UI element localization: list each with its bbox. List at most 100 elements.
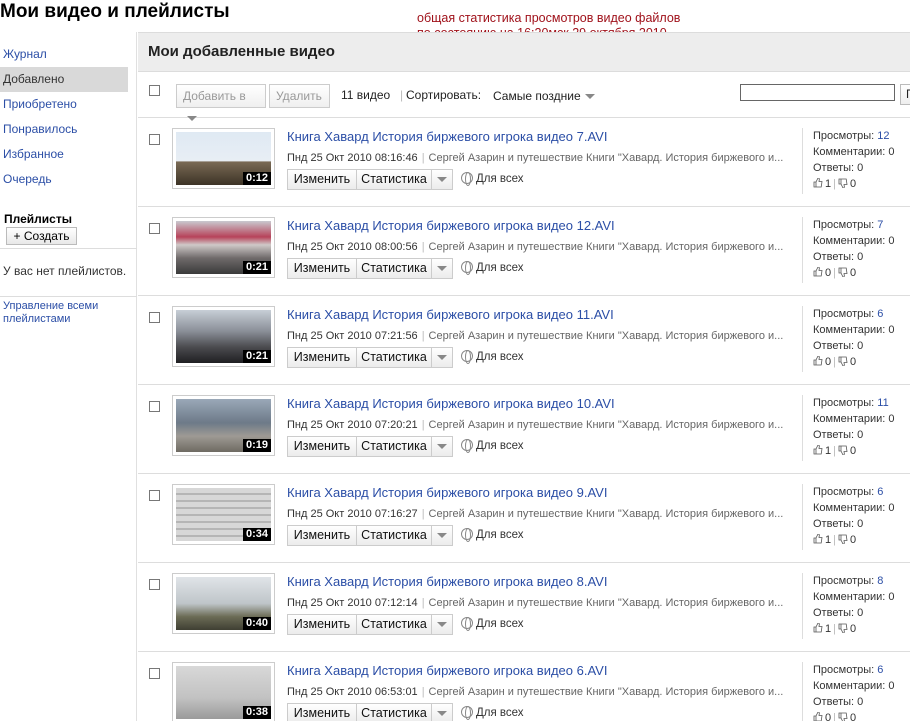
add-to-button[interactable]: Добавить в (176, 84, 266, 122)
views-count[interactable]: 6 (877, 664, 883, 676)
replies-line: Ответы: 0 (813, 516, 910, 532)
comments-line: Комментарии: 0 (813, 678, 910, 694)
thumbnail-image: 0:19 (176, 399, 271, 452)
edit-button[interactable]: Изменить (287, 436, 357, 457)
sidebar-item-history[interactable]: Журнал (0, 42, 128, 67)
likes-count: 1 (825, 178, 832, 190)
edit-button[interactable]: Изменить (287, 703, 357, 721)
video-thumbnail[interactable]: 0:21 (172, 217, 275, 278)
video-checkbox[interactable] (149, 401, 160, 412)
video-thumbnail[interactable]: 0:21 (172, 306, 275, 367)
rating: 0 | 0 (813, 354, 910, 370)
video-duration: 0:34 (242, 528, 271, 541)
video-description: Сергей Азарин и путешествие Книги "Хавар… (428, 419, 784, 431)
delete-button[interactable]: Удалить (269, 84, 330, 108)
comments-line: Комментарии: 0 (813, 500, 910, 516)
video-stats: Просмотры: 11 Комментарии: 0 Ответы: 0 1 | 0 (802, 395, 910, 461)
edit-button[interactable]: Изменить (287, 169, 357, 190)
privacy-setting[interactable]: Для всех (461, 706, 524, 720)
video-duration: 0:38 (242, 706, 271, 719)
search-button[interactable]: П (900, 84, 910, 105)
video-thumbnail[interactable]: 0:19 (172, 395, 275, 456)
video-thumbnail[interactable]: 0:40 (172, 573, 275, 634)
video-meta: Пнд 25 Окт 2010 07:21:56 | Сергей Азарин и… (287, 330, 792, 342)
more-actions-button[interactable] (431, 614, 453, 635)
upload-date: Пнд 25 Окт 2010 07:16:27 (287, 508, 418, 520)
rating: 1 | 0 (813, 443, 910, 459)
edit-button[interactable]: Изменить (287, 525, 357, 546)
video-stats: Просмотры: 6 Комментарии: 0 Ответы: 0 0 | 0 (802, 662, 910, 721)
more-actions-button[interactable] (431, 525, 453, 546)
video-stats: Просмотры: 8 Комментарии: 0 Ответы: 0 1 | 0 (802, 573, 910, 639)
sort-dropdown[interactable]: Самые поздние (493, 89, 595, 103)
create-playlist-button[interactable]: + Создать (6, 227, 77, 245)
statistics-button[interactable]: Статистика (356, 614, 432, 635)
select-all-checkbox[interactable] (149, 85, 160, 96)
chevron-down-icon (437, 444, 447, 450)
video-checkbox[interactable] (149, 223, 160, 234)
dislikes-count: 0 (849, 356, 857, 368)
globe-icon (461, 439, 473, 453)
video-title-link[interactable]: Книга Хавард История биржевого игрока ви… (287, 129, 607, 144)
video-title-link[interactable]: Книга Хавард История биржевого игрока ви… (287, 485, 607, 500)
search-input[interactable] (740, 84, 895, 101)
views-label: Просмотры: (813, 664, 875, 676)
statistics-button[interactable]: Статистика (356, 347, 432, 368)
edit-button[interactable]: Изменить (287, 347, 357, 368)
video-checkbox[interactable] (149, 490, 160, 501)
video-checkbox[interactable] (149, 134, 160, 145)
video-thumbnail[interactable]: 0:34 (172, 484, 275, 545)
video-title-link[interactable]: Книга Хавард История биржевого игрока ви… (287, 307, 614, 322)
statistics-button[interactable]: Статистика (356, 436, 432, 457)
privacy-setting[interactable]: Для всех (461, 172, 524, 186)
comments-label: Комментарии: (813, 235, 886, 247)
add-to-label: Добавить в (183, 89, 246, 103)
views-label: Просмотры: (813, 219, 875, 231)
more-actions-button[interactable] (431, 436, 453, 457)
more-actions-button[interactable] (431, 258, 453, 279)
privacy-setting[interactable]: Для всех (461, 350, 524, 364)
manage-playlists-link[interactable]: Управление всеми плейлистами (3, 300, 123, 326)
views-count[interactable]: 6 (877, 308, 883, 320)
sidebar-item-liked[interactable]: Понравилось (0, 117, 128, 142)
sidebar-item-favorites[interactable]: Избранное (0, 142, 128, 167)
privacy-setting[interactable]: Для всех (461, 439, 524, 453)
main-content: Мои добавленные видео Добавить в Удалить… (138, 32, 910, 721)
replies-label: Ответы: (813, 429, 855, 441)
privacy-setting[interactable]: Для всех (461, 528, 524, 542)
thumbs-down-icon (838, 534, 848, 544)
views-count[interactable]: 7 (877, 219, 883, 231)
views-count[interactable]: 12 (877, 130, 889, 142)
views-count[interactable]: 11 (877, 397, 888, 409)
sidebar-item-uploads[interactable]: Добавлено (0, 67, 128, 92)
edit-button[interactable]: Изменить (287, 614, 357, 635)
privacy-setting[interactable]: Для всех (461, 261, 524, 275)
sidebar-item-purchases[interactable]: Приобретено (0, 92, 128, 117)
video-title-link[interactable]: Книга Хавард История биржевого игрока ви… (287, 218, 615, 233)
comments-count: 0 (888, 591, 895, 603)
more-actions-button[interactable] (431, 703, 453, 721)
video-thumbnail[interactable]: 0:38 (172, 662, 275, 721)
more-actions-button[interactable] (431, 347, 453, 368)
video-meta: Пнд 25 Окт 2010 07:12:14 | Сергей Азарин и… (287, 597, 792, 609)
statistics-button[interactable]: Статистика (356, 169, 432, 190)
views-label: Просмотры: (813, 486, 875, 498)
views-count[interactable]: 8 (877, 575, 883, 587)
chevron-down-icon (437, 711, 447, 717)
sidebar-item-queue[interactable]: Очередь (0, 167, 128, 192)
video-checkbox[interactable] (149, 579, 160, 590)
views-count[interactable]: 6 (877, 486, 883, 498)
statistics-button[interactable]: Статистика (356, 525, 432, 546)
statistics-button[interactable]: Статистика (356, 703, 432, 721)
privacy-setting[interactable]: Для всех (461, 617, 524, 631)
video-thumbnail[interactable]: 0:12 (172, 128, 275, 189)
video-title-link[interactable]: Книга Хавард История биржевого игрока ви… (287, 574, 607, 589)
thumbs-up-icon (813, 356, 823, 366)
video-title-link[interactable]: Книга Хавард История биржевого игрока ви… (287, 663, 607, 678)
statistics-button[interactable]: Статистика (356, 258, 432, 279)
video-title-link[interactable]: Книга Хавард История биржевого игрока ви… (287, 396, 615, 411)
edit-button[interactable]: Изменить (287, 258, 357, 279)
video-checkbox[interactable] (149, 668, 160, 679)
more-actions-button[interactable] (431, 169, 453, 190)
video-checkbox[interactable] (149, 312, 160, 323)
